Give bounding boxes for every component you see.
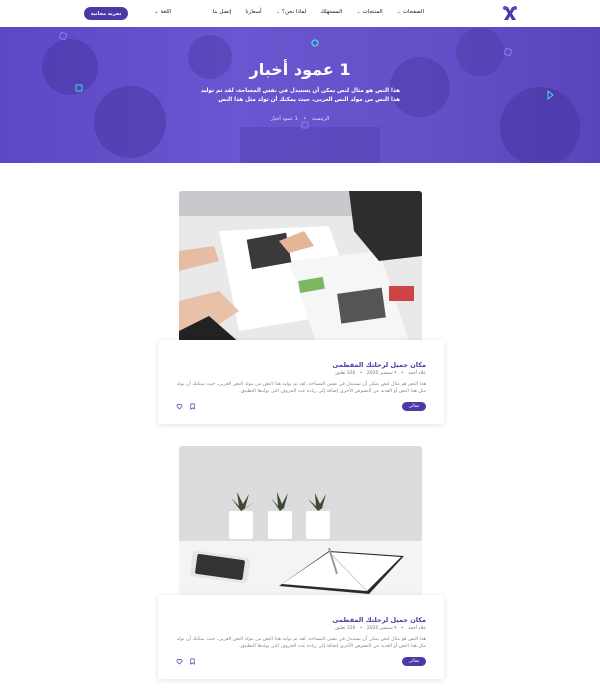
chevron-down-icon: ⌄ — [396, 9, 401, 15]
read-more-button[interactable]: مقالي — [402, 657, 426, 666]
breadcrumb-home[interactable]: الرئيسية — [312, 116, 329, 122]
post-comments[interactable]: 326 تعليق — [335, 371, 355, 376]
office-meeting-photo — [179, 191, 422, 353]
language-label: اللغة — [160, 9, 172, 15]
post-author[interactable]: علاء أحمد — [408, 371, 426, 376]
post-actions — [176, 403, 196, 410]
post-author[interactable]: علاء أحمد — [408, 626, 426, 631]
heart-icon[interactable] — [176, 658, 183, 665]
post-title[interactable]: مكان جميل لرحلتك المقطمى — [332, 616, 426, 624]
hero-banner: 1 عمود أخبار هذا النص هو مثال لنص يمكن أ… — [0, 27, 600, 163]
post-comments[interactable]: 326 تعليق — [335, 626, 355, 631]
post-card: مكان جميل لرحلتك المقطمى علاء أحمد • ٩ س… — [158, 340, 444, 424]
heart-icon[interactable] — [176, 403, 183, 410]
chevron-down-icon: ⌄ — [275, 9, 280, 15]
post-excerpt: هذا النص هو مثال لنص يمكن أن يستبدل في ن… — [176, 382, 426, 395]
post-excerpt: هذا النص هو مثال لنص يمكن أن يستبدل في ن… — [176, 637, 426, 650]
chevron-down-icon: ⌄ — [154, 9, 159, 15]
menu-item-products[interactable]: المنتجات ⌄ — [356, 9, 382, 15]
post-image[interactable] — [179, 446, 422, 608]
logo-icon[interactable] — [502, 5, 518, 22]
post-meta: علاء أحمد • ٩ سبتمبر 2020 • 326 تعليق — [335, 371, 426, 376]
menu-item-why-us[interactable]: لماذا نحن؟ ⌄ — [276, 9, 307, 15]
post-date: ٩ سبتمبر 2020 — [366, 626, 397, 631]
post-card: مكان جميل لرحلتك المقطمى علاء أحمد • ٩ س… — [158, 595, 444, 679]
read-more-button[interactable]: مقالي — [402, 402, 426, 411]
post-date: ٩ سبتمبر 2020 — [366, 371, 397, 376]
breadcrumb-current: 1 عمود أخبار — [270, 116, 298, 122]
menu-item-consumer[interactable]: المستهلك — [320, 9, 342, 15]
post-image[interactable] — [179, 191, 422, 353]
hero-description: هذا النص هو مثال لنص يمكن أن يستبدل في ن… — [200, 88, 400, 103]
menu-item-pricing[interactable]: أسعارنا — [245, 9, 261, 15]
main-menu: الصفحات ⌄ المنتجات ⌄ المستهلك لماذا نحن؟ ⌄ … — [213, 9, 424, 15]
bookmark-icon[interactable] — [189, 403, 196, 410]
post-meta: علاء أحمد • ٩ سبتمبر 2020 • 326 تعليق — [335, 626, 426, 631]
top-navbar: الصفحات ⌄ المنتجات ⌄ المستهلك لماذا نحن؟ ⌄ … — [0, 0, 600, 27]
bookmark-icon[interactable] — [189, 658, 196, 665]
menu-item-pages[interactable]: الصفحات ⌄ — [397, 9, 424, 15]
desk-plants-photo — [179, 446, 422, 608]
post-actions — [176, 658, 196, 665]
post-title[interactable]: مكان جميل لرحلتك المقطمى — [332, 361, 426, 369]
page-title: 1 عمود أخبار — [249, 60, 351, 79]
chevron-down-icon: ⌄ — [356, 9, 361, 15]
language-selector[interactable]: اللغة ⌄ — [154, 9, 171, 15]
breadcrumb-separator: • — [303, 116, 307, 122]
free-trial-button[interactable]: تجربة مجانية — [84, 7, 128, 20]
breadcrumb: الرئيسية • 1 عمود أخبار — [0, 116, 600, 122]
menu-item-contact[interactable]: إتصل بنا — [213, 9, 232, 15]
